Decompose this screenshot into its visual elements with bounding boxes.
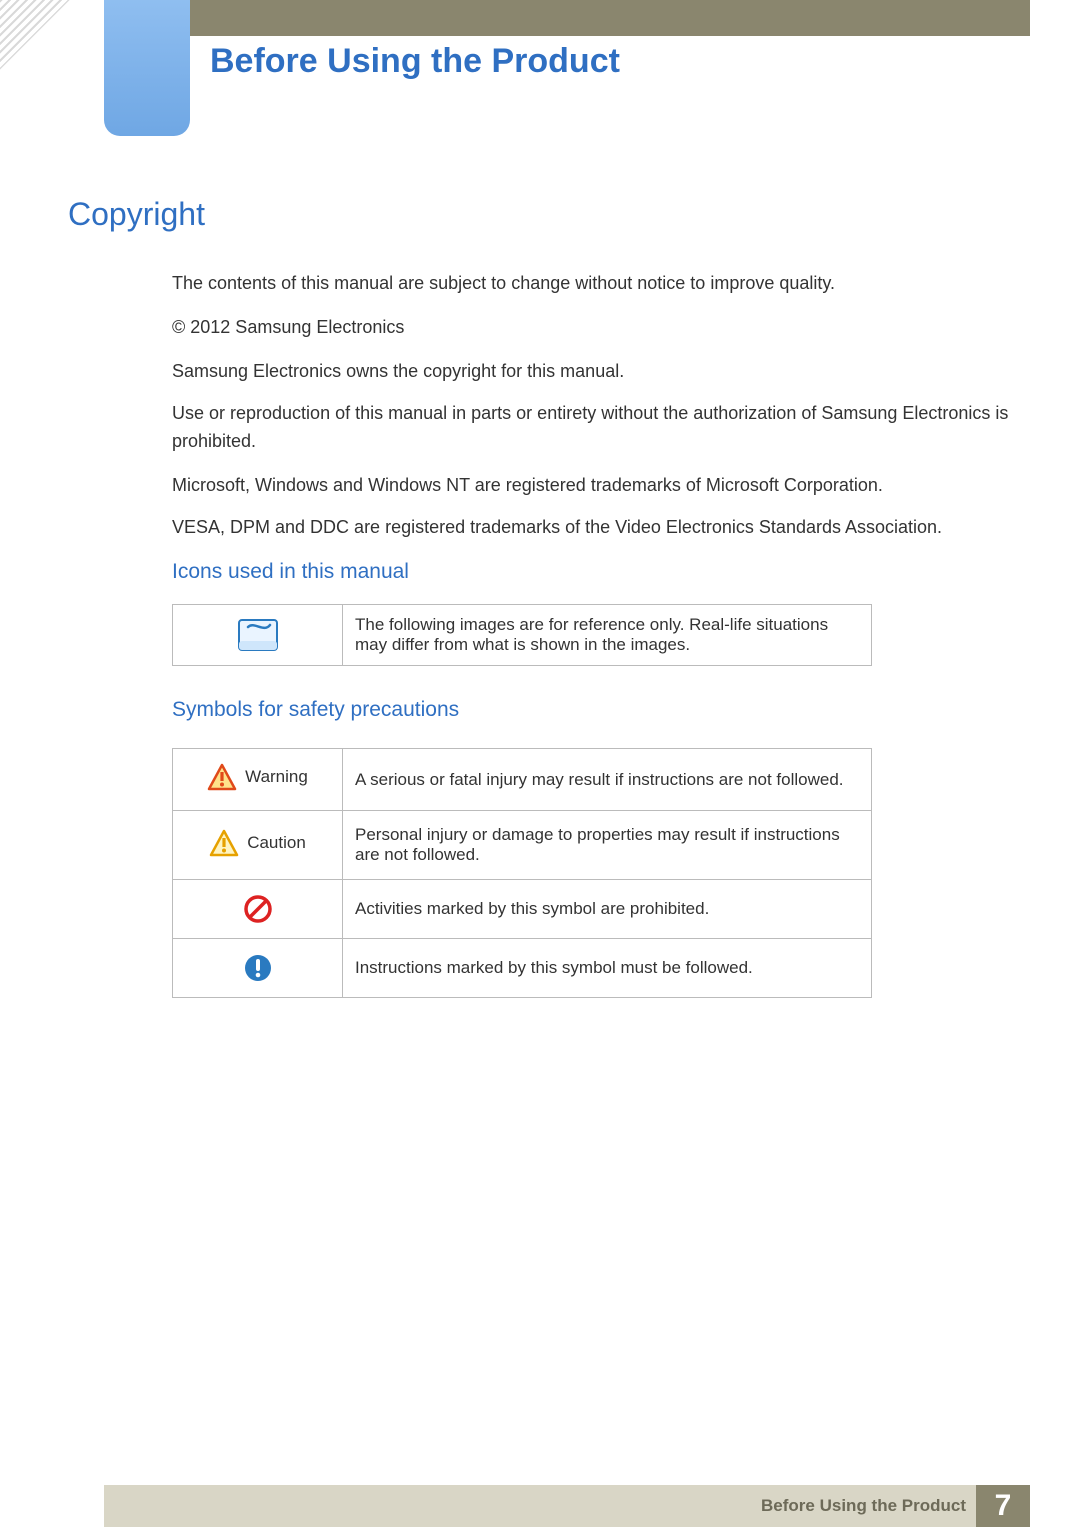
table-row: Warning A serious or fatal injury may re… [173, 749, 872, 811]
chapter-title: Before Using the Product [210, 42, 620, 81]
header-bar [190, 0, 1030, 36]
page: Before Using the Product Copyright The c… [0, 0, 1080, 1527]
table-row: Activities marked by this symbol are pro… [173, 880, 872, 939]
symbol-label: Caution [247, 833, 306, 853]
icon-cell: Warning [173, 749, 343, 811]
icons-used-table: The following images are for reference o… [172, 604, 872, 666]
symbol-label: Warning [245, 767, 308, 787]
must-follow-icon [243, 953, 273, 983]
table-row: Instructions marked by this symbol must … [173, 939, 872, 998]
symbol-description: Instructions marked by this symbol must … [343, 939, 872, 998]
subsection-title-safety-symbols: Symbols for safety precautions [172, 698, 459, 722]
subsection-title-icons-used: Icons used in this manual [172, 560, 409, 584]
chapter-tab-decoration [104, 0, 190, 136]
paragraph: Samsung Electronics owns the copyright f… [172, 358, 1012, 386]
warning-icon [207, 763, 237, 791]
paragraph: Microsoft, Windows and Windows NT are re… [172, 472, 1012, 500]
caution-icon [209, 829, 239, 857]
paragraph: Use or reproduction of this manual in pa… [172, 400, 1012, 456]
note-icon [238, 619, 278, 651]
safety-symbols-table: Warning A serious or fatal injury may re… [172, 748, 872, 998]
symbol-description: A serious or fatal injury may result if … [343, 749, 872, 811]
footer-bar: Before Using the Product 7 [104, 1485, 1030, 1527]
symbol-description: Personal injury or damage to properties … [343, 811, 872, 880]
page-number: 7 [976, 1485, 1030, 1527]
icon-cell [173, 605, 343, 666]
section-title-copyright: Copyright [68, 196, 205, 233]
paragraph: © 2012 Samsung Electronics [172, 314, 1012, 342]
icon-cell [173, 880, 343, 939]
prohibited-icon [243, 894, 273, 924]
paragraph: The contents of this manual are subject … [172, 270, 1012, 298]
symbol-description: Activities marked by this symbol are pro… [343, 880, 872, 939]
icon-description: The following images are for reference o… [343, 605, 872, 666]
corner-hatch-decoration [0, 0, 70, 70]
paragraph: VESA, DPM and DDC are registered tradema… [172, 514, 1012, 542]
table-row: Caution Personal injury or damage to pro… [173, 811, 872, 880]
footer-chapter-text: Before Using the Product [761, 1496, 966, 1516]
table-row: The following images are for reference o… [173, 605, 872, 666]
icon-cell [173, 939, 343, 998]
icon-cell: Caution [173, 811, 343, 880]
